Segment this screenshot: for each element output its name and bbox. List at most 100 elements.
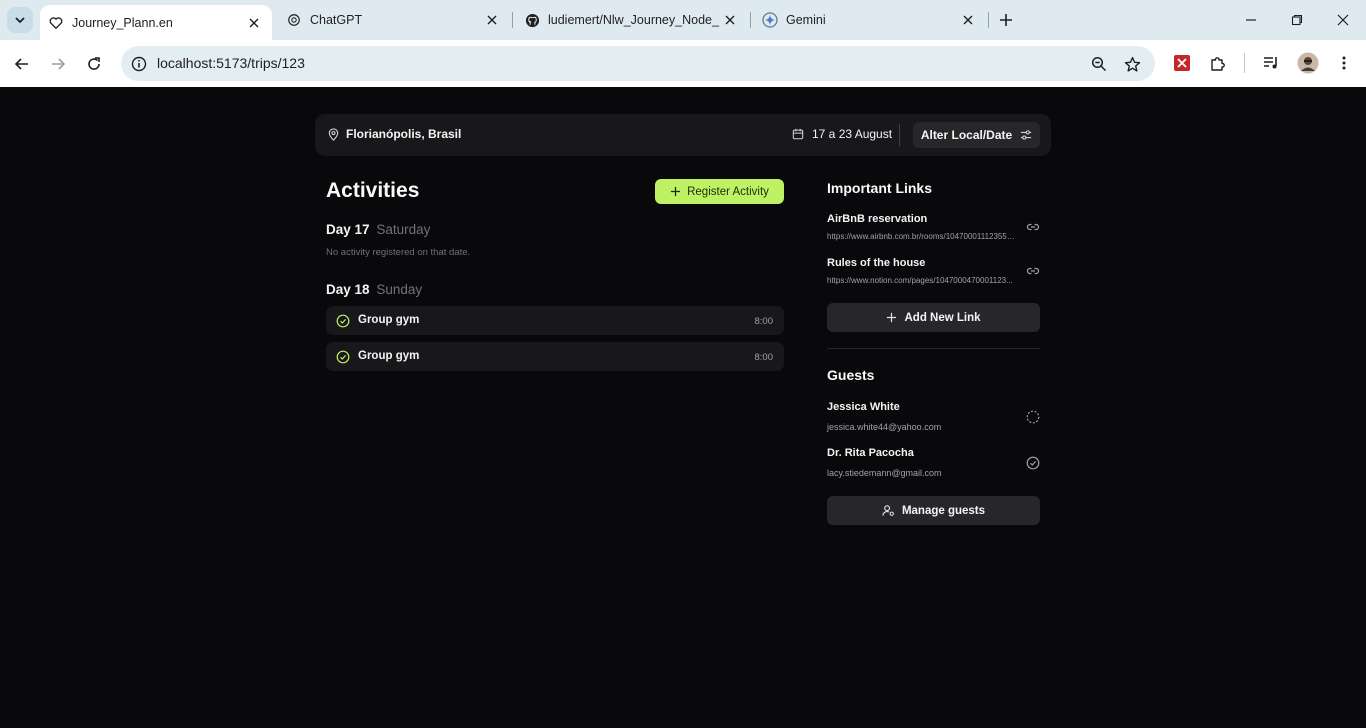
profile-avatar[interactable] — [1297, 52, 1319, 74]
github-icon — [524, 12, 540, 28]
tab-chatgpt[interactable]: ChatGPT — [278, 0, 510, 40]
link-item: Rules of the house https://www.notion.co… — [827, 257, 1040, 285]
close-window-button[interactable] — [1320, 0, 1366, 40]
restore-icon — [1291, 14, 1303, 26]
link-item: AirBnB reservation https://www.airbnb.co… — [827, 213, 1040, 241]
check-circle-icon — [1026, 456, 1040, 470]
guest-name: Jessica White — [827, 401, 900, 413]
guest-email: jessica.white44@yahoo.com — [827, 422, 942, 432]
section-divider — [827, 348, 1040, 349]
link-title: Rules of the house — [827, 257, 926, 269]
important-links-title: Important Links — [827, 180, 933, 196]
add-link-label: Add New Link — [904, 311, 981, 324]
close-icon — [1337, 14, 1349, 26]
zoom-icon[interactable] — [1089, 54, 1109, 74]
tab-github[interactable]: ludiemert/Nlw_Journey_Node_ — [516, 0, 748, 40]
activity-item[interactable]: Group gym 8:00 — [326, 342, 784, 371]
manage-guests-label: Manage guests — [901, 504, 986, 517]
activity-item[interactable]: Group gym 8:00 — [326, 306, 784, 335]
day-weekday: Sunday — [376, 282, 423, 297]
link-icon[interactable] — [1026, 264, 1040, 278]
day-heading: Day 18 Sunday — [326, 282, 422, 297]
register-button-label: Register Activity — [687, 185, 769, 198]
calendar-icon — [792, 128, 804, 140]
manage-guests-button[interactable]: Manage guests — [827, 496, 1040, 525]
address-bar[interactable]: localhost:5173/trips/123 — [121, 46, 1155, 81]
day-number: Day 17 — [326, 222, 370, 237]
tab-title: Journey_Plann.en — [72, 15, 173, 30]
plus-icon — [671, 186, 681, 197]
map-pin-icon — [328, 127, 339, 141]
close-icon[interactable] — [722, 12, 738, 28]
arrow-right-icon — [52, 58, 66, 70]
heart-icon — [48, 15, 64, 31]
extension-red-icon[interactable] — [1171, 52, 1193, 74]
restore-button[interactable] — [1274, 0, 1320, 40]
user-cog-icon — [882, 505, 894, 516]
browser-tab-strip: Journey_Plann.en ChatGPT ludiemert/Nlw_J… — [0, 0, 1366, 40]
day-heading: Day 17 Saturday — [326, 222, 430, 237]
guest-name: Dr. Rita Pacocha — [827, 447, 914, 459]
back-button[interactable] — [8, 50, 36, 78]
guest-email: lacy.stiedemann@gmail.com — [827, 468, 942, 478]
settings-sliders-icon — [1021, 130, 1032, 140]
minimize-button[interactable] — [1228, 0, 1274, 40]
trip-dates: 17 a 23 August — [792, 127, 892, 141]
media-control-icon[interactable] — [1260, 52, 1282, 74]
alter-button-label: Alter Local/Date — [920, 128, 1013, 142]
check-circle-icon — [336, 350, 350, 364]
new-tab-button[interactable] — [995, 9, 1017, 31]
activity-name: Group gym — [358, 350, 420, 362]
tab-separator — [512, 12, 513, 28]
reload-button[interactable] — [80, 50, 108, 78]
close-icon[interactable] — [960, 12, 976, 28]
tab-search-button[interactable] — [7, 7, 33, 33]
check-circle-icon — [336, 314, 350, 328]
alter-local-date-button[interactable]: Alter Local/Date — [913, 122, 1040, 148]
trip-header: Florianópolis, Brasil 17 a 23 August Alt… — [315, 114, 1051, 156]
header-divider — [899, 124, 900, 146]
minimize-icon — [1246, 19, 1256, 21]
tab-title: ChatGPT — [310, 13, 363, 27]
gemini-icon — [762, 12, 778, 28]
more-menu-icon[interactable] — [1333, 52, 1355, 74]
tab-title: ludiemert/Nlw_Journey_Node_ — [548, 13, 719, 27]
bookmark-star-icon[interactable] — [1122, 54, 1142, 74]
tab-title: Gemini — [786, 13, 826, 27]
pending-circle-icon — [1026, 410, 1040, 424]
trip-destination: Florianópolis, Brasil — [327, 127, 461, 141]
dates-text: 17 a 23 August — [812, 127, 893, 141]
link-url[interactable]: https://www.airbnb.com.br/rooms/10470001… — [827, 232, 1017, 241]
url-text[interactable]: localhost:5173/trips/123 — [157, 55, 305, 71]
close-icon[interactable] — [484, 12, 500, 28]
trip-details-page: Florianópolis, Brasil 17 a 23 August Alt… — [0, 87, 1366, 728]
no-activity-note: No activity registered on that date. — [326, 247, 471, 258]
site-info-icon[interactable] — [129, 54, 149, 74]
forward-button[interactable] — [44, 50, 72, 78]
tab-journey-plann[interactable]: Journey_Plann.en — [40, 5, 272, 40]
destination-text: Florianópolis, Brasil — [346, 127, 462, 141]
day-weekday: Saturday — [376, 222, 431, 237]
close-icon[interactable] — [246, 15, 262, 31]
activity-time: 8:00 — [754, 352, 774, 363]
link-url[interactable]: https://www.notion.com/pages/10470004700… — [827, 276, 1017, 285]
activities-title: Activities — [326, 179, 420, 202]
plus-icon — [1000, 14, 1012, 26]
activity-time: 8:00 — [754, 316, 774, 327]
chevron-down-icon — [15, 17, 25, 24]
toolbar-divider — [1244, 53, 1245, 73]
tab-gemini[interactable]: Gemini — [754, 0, 986, 40]
register-activity-button[interactable]: Register Activity — [655, 179, 784, 204]
extensions-puzzle-icon[interactable] — [1207, 52, 1229, 74]
link-icon[interactable] — [1026, 220, 1040, 234]
reload-icon — [88, 57, 100, 70]
link-title: AirBnB reservation — [827, 213, 928, 225]
arrow-left-icon — [14, 58, 28, 70]
activity-name: Group gym — [358, 314, 420, 326]
add-new-link-button[interactable]: Add New Link — [827, 303, 1040, 332]
tab-separator — [750, 12, 751, 28]
day-number: Day 18 — [326, 282, 370, 297]
guest-item: Dr. Rita Pacocha lacy.stiedemann@gmail.c… — [827, 447, 1040, 478]
browser-toolbar: localhost:5173/trips/123 — [0, 40, 1366, 87]
plus-icon — [887, 312, 897, 323]
